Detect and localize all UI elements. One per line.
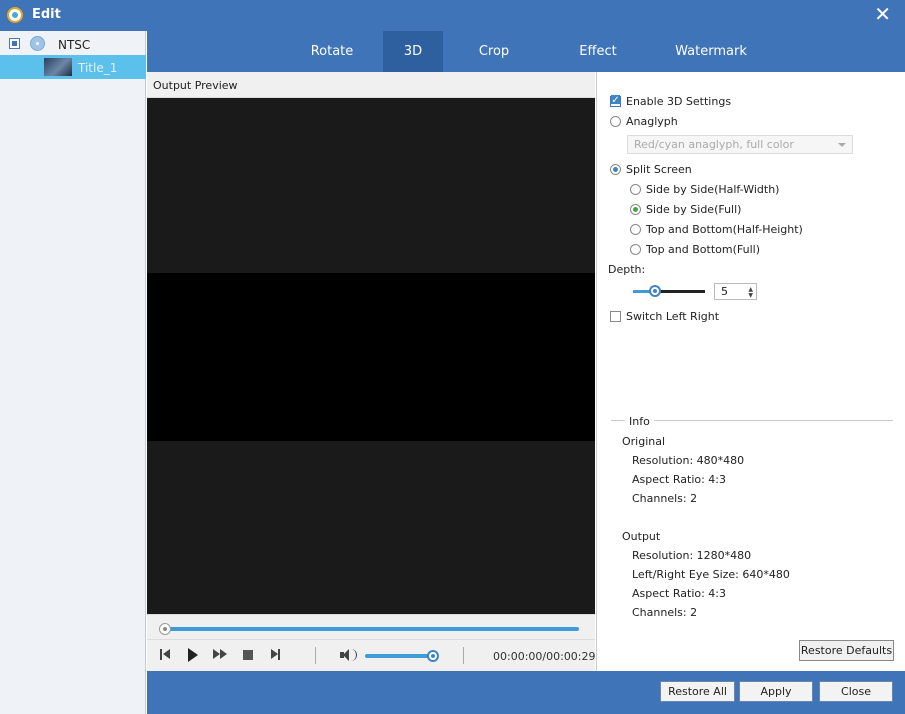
divider (315, 647, 316, 664)
switch-left-right-label: Switch Left Right (626, 310, 720, 323)
anaglyph-radio[interactable] (610, 116, 621, 127)
video-thumbnail (44, 58, 72, 76)
3d-settings-panel: Enable 3D Settings Anaglyph Red/cyan ana… (596, 72, 905, 671)
chevron-down-icon (838, 143, 846, 147)
next-icon[interactable] (266, 646, 284, 664)
output-channels: Channels: 2 (632, 606, 698, 619)
original-channels: Channels: 2 (632, 492, 698, 505)
output-resolution: Resolution: 1280*480 (632, 549, 752, 562)
output-title: Output (622, 530, 661, 543)
switch-left-right-checkbox[interactable] (610, 311, 621, 322)
stop-icon[interactable] (239, 646, 257, 664)
close-button[interactable]: Close (819, 681, 893, 702)
depth-knob[interactable] (649, 285, 661, 297)
top-bottom-full-radio[interactable] (630, 244, 641, 255)
playback-controls: 00:00:00/00:00:29 (147, 614, 596, 671)
side-by-side-half-label: Side by Side(Half-Width) (646, 183, 780, 196)
depth-stepper[interactable]: 5 ▲ ▼ (714, 283, 757, 300)
anaglyph-select[interactable]: Red/cyan anaglyph, full color (627, 135, 853, 154)
title-tree: NTSC Title_1 (0, 31, 146, 714)
app-icon (7, 7, 23, 23)
side-by-side-half-radio[interactable] (630, 184, 641, 195)
volume-slider[interactable] (365, 654, 435, 658)
top-bottom-half-radio[interactable] (630, 224, 641, 235)
close-window-icon[interactable]: ✕ (874, 4, 891, 24)
divider (463, 647, 464, 664)
tab-crop[interactable]: Crop (459, 31, 529, 72)
side-by-side-full-radio[interactable] (630, 204, 641, 215)
progress-bar[interactable] (163, 627, 579, 631)
enable-3d-checkbox[interactable] (610, 95, 621, 107)
video-preview (147, 98, 595, 614)
volume-waves-icon (351, 649, 357, 661)
stepper-down-icon[interactable]: ▼ (748, 292, 753, 299)
tree-item-label: Title_1 (78, 61, 118, 75)
title-bar: Edit ✕ (0, 0, 905, 31)
top-bottom-full-label: Top and Bottom(Full) (646, 243, 760, 256)
restore-all-button[interactable]: Restore All (660, 681, 735, 702)
anaglyph-label: Anaglyph (626, 115, 678, 128)
depth-value: 5 (721, 285, 728, 298)
output-eye-size: Left/Right Eye Size: 640*480 (632, 568, 790, 581)
progress-knob[interactable] (159, 623, 171, 635)
footer-bar: Restore All Apply Close (147, 671, 905, 714)
tree-item-checkbox[interactable] (9, 38, 20, 49)
preview-label: Output Preview (153, 79, 238, 92)
output-aspect-ratio: Aspect Ratio: 4:3 (632, 587, 727, 600)
info-title: Info (625, 415, 654, 428)
tab-effect[interactable]: Effect (563, 31, 633, 72)
preview-header: Output Preview (147, 72, 595, 98)
top-bottom-half-label: Top and Bottom(Half-Height) (646, 223, 803, 236)
side-by-side-full-label: Side by Side(Full) (646, 203, 742, 216)
fast-forward-icon[interactable] (211, 646, 229, 664)
split-screen-radio[interactable] (610, 164, 621, 175)
tree-item-label: NTSC (58, 38, 91, 52)
split-screen-label: Split Screen (626, 163, 692, 176)
time-display: 00:00:00/00:00:29 (493, 650, 596, 663)
window-title: Edit (32, 7, 61, 22)
disc-icon (30, 36, 45, 51)
tree-item-ntsc[interactable]: NTSC (0, 33, 146, 55)
original-title: Original (622, 435, 666, 448)
apply-button[interactable]: Apply (739, 681, 813, 702)
enable-3d-label: Enable 3D Settings (626, 95, 732, 108)
video-frame (147, 273, 595, 441)
tab-bar: Rotate 3D Crop Effect Watermark (147, 31, 905, 72)
tab-rotate[interactable]: Rotate (297, 31, 367, 72)
tree-item-title-1[interactable]: Title_1 (0, 55, 146, 79)
original-resolution: Resolution: 480*480 (632, 454, 745, 467)
depth-label: Depth: (608, 263, 646, 276)
volume-knob[interactable] (427, 650, 439, 662)
original-aspect-ratio: Aspect Ratio: 4:3 (632, 473, 727, 486)
previous-icon[interactable] (157, 646, 175, 664)
anaglyph-select-value: Red/cyan anaglyph, full color (634, 138, 794, 151)
restore-defaults-button[interactable]: Restore Defaults (799, 640, 894, 661)
tab-3d[interactable]: 3D (383, 31, 443, 72)
divider (147, 639, 595, 640)
play-icon[interactable] (183, 646, 201, 664)
tab-watermark[interactable]: Watermark (667, 31, 755, 72)
